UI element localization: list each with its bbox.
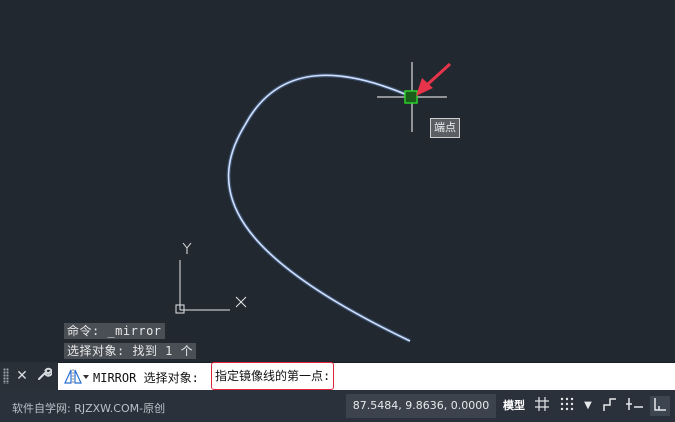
command-prefix: MIRROR 选择对象: bbox=[93, 371, 199, 385]
status-bar: 软件自学网: RJZXW.COM-原创 87.5484, 9.8636, 0.0… bbox=[0, 390, 675, 422]
endpoint-snap-marker bbox=[404, 90, 418, 104]
model-space-button[interactable]: 模型 bbox=[500, 394, 528, 418]
ucs-x-label: X bbox=[250, 299, 251, 301]
drawing-canvas[interactable]: YX bbox=[0, 0, 675, 362]
command-history-line: 命令: _mirror bbox=[64, 323, 165, 339]
snap-mode-icon[interactable] bbox=[557, 396, 577, 416]
watermark-text: 软件自学网: RJZXW.COM-原创 bbox=[12, 402, 166, 415]
snap-tooltip: 端点 bbox=[430, 118, 460, 138]
ortho-icon[interactable] bbox=[600, 396, 620, 416]
customize-wrench-icon[interactable] bbox=[34, 366, 54, 386]
chevron-down-icon[interactable]: ▼ bbox=[578, 396, 598, 416]
red-arrow-icon bbox=[416, 62, 452, 96]
ucs-icon bbox=[175, 242, 247, 314]
grid-icon[interactable] bbox=[532, 396, 552, 416]
mirror-command-icon[interactable] bbox=[62, 367, 90, 385]
command-prompt: 指定镜像线的第一点: bbox=[211, 362, 335, 390]
dynamic-input-icon[interactable] bbox=[625, 396, 645, 416]
selected-curve-line bbox=[227, 74, 413, 342]
drag-grip-icon[interactable] bbox=[3, 368, 9, 384]
command-history-line: 选择对象: 找到 1 个 bbox=[64, 343, 197, 359]
command-input[interactable]: MIRROR 选择对象: 指定镜像线的第一点: bbox=[58, 362, 675, 390]
coordinate-readout[interactable]: 87.5484, 9.8636, 0.0000 bbox=[346, 394, 496, 418]
lineweight-icon[interactable] bbox=[650, 396, 670, 416]
command-bar: ✕ MIRROR 选择对象: 指定镜像线的第一点: bbox=[0, 362, 675, 390]
ucs-y-label: Y bbox=[180, 253, 181, 255]
selected-curve[interactable] bbox=[226, 73, 413, 343]
close-icon[interactable]: ✕ bbox=[12, 366, 32, 386]
